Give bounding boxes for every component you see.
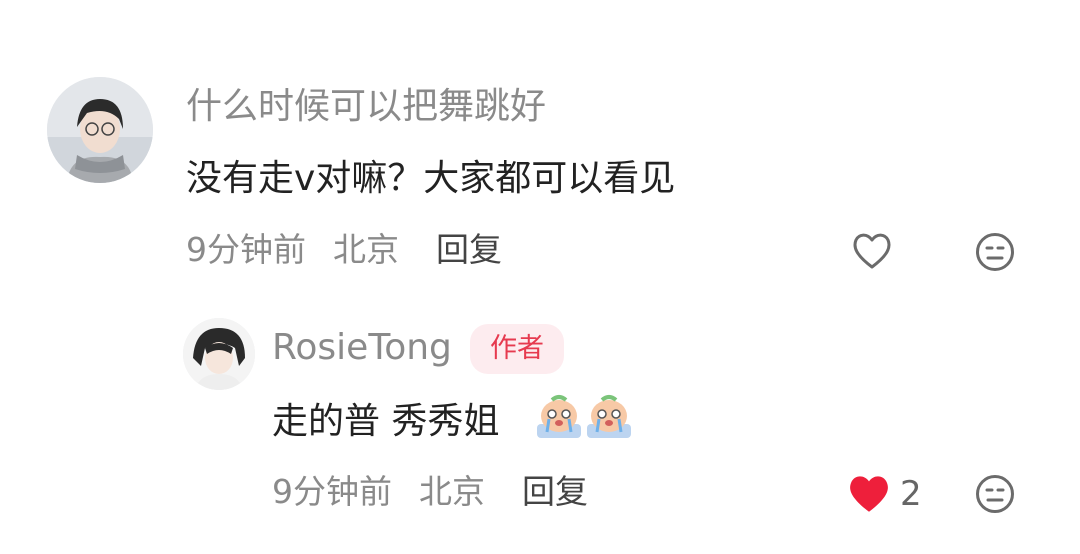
reply-like-button[interactable] [847,473,891,515]
comment-time: 9分钟前 [186,230,306,269]
heart-filled-icon [850,476,888,512]
reply-time: 9分钟前 [272,472,392,511]
reply-like-count: 2 [900,474,922,514]
comment-thread: 什么时候可以把舞跳好 没有走v对嘛？大家都可以看见 9分钟前 北京 回复 Ros… [0,0,1080,554]
reply-avatar[interactable] [183,318,255,390]
avatar-photo-icon [47,77,153,183]
neutral-face-icon [976,233,1014,271]
dislike-button[interactable] [975,232,1015,272]
neutral-face-icon [976,475,1014,513]
reply-dislike-button[interactable] [975,474,1015,514]
reply-reply-button[interactable]: 回复 [522,470,588,514]
reply-location: 北京 [419,472,485,511]
comment-location: 北京 [333,230,399,269]
heart-outline-icon [853,233,891,269]
crying-emoji-icon [534,392,584,442]
author-badge: 作者 [470,324,564,374]
crying-emoji-icon [584,392,634,442]
avatar[interactable] [47,77,153,183]
comment-username[interactable]: 什么时候可以把舞跳好 [186,83,546,131]
like-button[interactable] [851,231,893,271]
reply-text: 走的普 秀秀姐 [272,401,500,442]
avatar-photo-icon [183,318,255,390]
reply-username[interactable]: RosieTong [272,324,452,372]
comment-reply-button[interactable]: 回复 [436,228,502,272]
comment-text: 没有走v对嘛？大家都可以看见 [186,158,676,199]
